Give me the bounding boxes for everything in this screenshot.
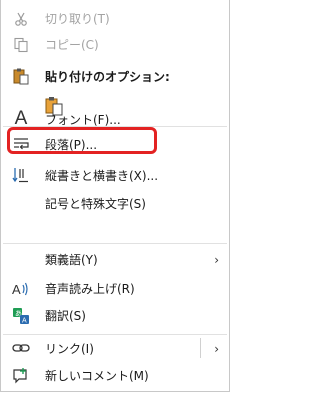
copy-icon bbox=[11, 35, 31, 55]
menu-item-label: 縦書きと横書き(X)... bbox=[45, 169, 159, 183]
clipboard-icon bbox=[11, 66, 31, 86]
font-icon: A bbox=[14, 108, 28, 129]
menu-item-text-direction[interactable]: 縦書きと横書き(X)... bbox=[1, 160, 229, 186]
menu-item-label: フォント(F)... bbox=[45, 113, 121, 127]
menu-item-thesaurus[interactable]: 類義語(Y) › bbox=[1, 247, 229, 273]
translate-icon: あ A bbox=[11, 306, 31, 326]
paragraph-highlight-box bbox=[7, 127, 157, 154]
svg-text:A: A bbox=[22, 318, 27, 325]
context-menu: 切り取り(T) コピー(C) 貼り付けのオプション: A フォント(F)... … bbox=[0, 0, 230, 392]
menu-item-label: 音声読み上げ(R) bbox=[45, 282, 135, 296]
chevron-right-icon: › bbox=[214, 253, 219, 267]
separator bbox=[3, 243, 227, 244]
menu-item-label: コピー(C) bbox=[45, 38, 99, 52]
text-direction-icon bbox=[11, 165, 31, 185]
menu-item-link[interactable]: リンク(I) › bbox=[1, 335, 229, 361]
menu-item-copy[interactable]: コピー(C) bbox=[1, 32, 229, 58]
menu-item-symbols[interactable]: 記号と特殊文字(S) bbox=[1, 187, 229, 213]
menu-item-translate[interactable]: あ A 翻訳(S) bbox=[1, 303, 229, 329]
menu-item-label: リンク(I) bbox=[45, 342, 94, 356]
menu-item-new-comment[interactable]: 新しいコメント(M) bbox=[1, 363, 229, 389]
menu-item-cut[interactable]: 切り取り(T) bbox=[1, 6, 229, 32]
new-comment-icon bbox=[11, 366, 31, 386]
chevron-right-icon[interactable]: › bbox=[214, 341, 219, 357]
menu-item-label: 翻訳(S) bbox=[45, 309, 86, 323]
menu-item-label: 切り取り(T) bbox=[45, 12, 110, 26]
link-icon bbox=[11, 338, 31, 358]
link-split-divider bbox=[200, 338, 201, 358]
svg-text:A: A bbox=[12, 282, 21, 297]
menu-item-label: 新しいコメント(M) bbox=[45, 369, 149, 383]
read-aloud-icon: A bbox=[11, 279, 31, 299]
menu-item-label: 類義語(Y) bbox=[45, 253, 98, 267]
scissors-icon bbox=[11, 9, 31, 29]
menu-item-read-aloud[interactable]: A 音声読み上げ(R) bbox=[1, 276, 229, 302]
menu-item-label: 記号と特殊文字(S) bbox=[45, 197, 146, 211]
paste-options-title: 貼り付けのオプション: bbox=[45, 70, 170, 84]
